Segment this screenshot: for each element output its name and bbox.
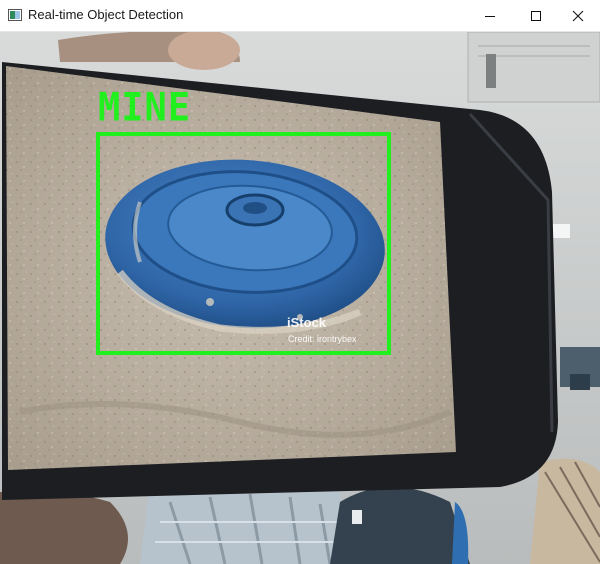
maximize-button[interactable] bbox=[513, 0, 559, 31]
close-icon bbox=[572, 10, 584, 21]
detection-label: MINE bbox=[98, 84, 192, 131]
close-button[interactable] bbox=[556, 0, 600, 31]
window-title: Real-time Object Detection bbox=[28, 7, 184, 22]
minimize-icon bbox=[485, 15, 495, 17]
minimize-button[interactable] bbox=[467, 0, 513, 31]
maximize-icon bbox=[531, 10, 541, 21]
app-window: Real-time Object Detection MINE iStock C… bbox=[0, 0, 600, 564]
camera-feed: MINE iStock Credit: irontrybex bbox=[0, 32, 600, 564]
detection-bounding-box bbox=[96, 132, 391, 355]
app-icon bbox=[8, 9, 22, 21]
title-bar[interactable]: Real-time Object Detection bbox=[0, 0, 600, 32]
hand-bottom bbox=[0, 490, 128, 564]
image-watermark: iStock bbox=[287, 315, 327, 330]
image-credit: Credit: irontrybex bbox=[288, 334, 357, 344]
